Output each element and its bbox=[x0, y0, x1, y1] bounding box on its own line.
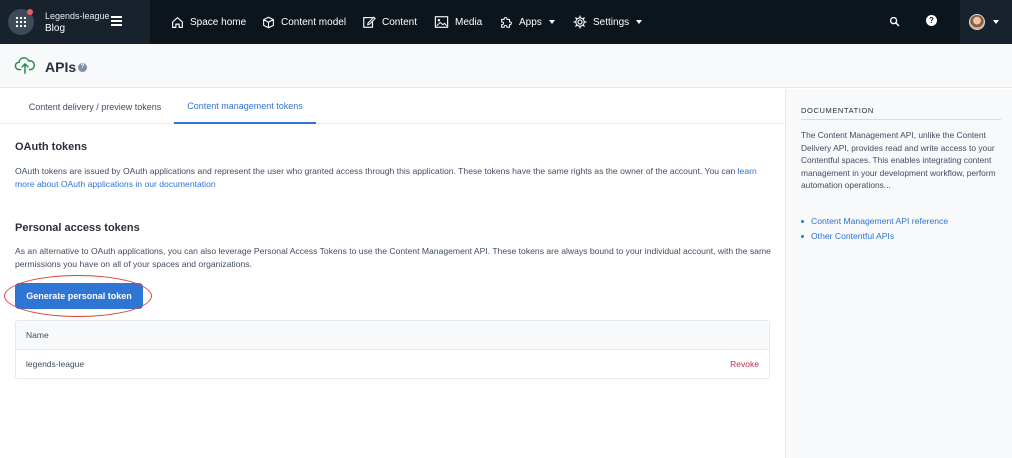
nav-apps[interactable]: Apps bbox=[499, 0, 555, 44]
space-switcher[interactable]: Legends-league Blog bbox=[0, 0, 150, 44]
pat-section-title: Personal access tokens bbox=[15, 222, 140, 234]
documentation-sidebar: DOCUMENTATION The Content Management API… bbox=[785, 89, 1012, 458]
link-label[interactable]: Content Management API reference bbox=[811, 216, 948, 226]
cloud-upload-icon bbox=[14, 57, 36, 74]
chevron-down-icon bbox=[548, 20, 555, 24]
top-navigation: Legends-league Blog Space home Content m… bbox=[0, 0, 1012, 44]
home-icon bbox=[172, 16, 183, 28]
nav-label: Content model bbox=[281, 16, 347, 28]
tokens-table: Name legends-league Revoke bbox=[15, 320, 770, 379]
column-header-name: Name bbox=[26, 330, 49, 340]
gear-icon bbox=[573, 15, 587, 29]
main-content: Content delivery / preview tokens Conten… bbox=[0, 89, 785, 458]
table-row: legends-league Revoke bbox=[16, 350, 769, 378]
nav-space-home[interactable]: Space home bbox=[171, 0, 246, 44]
org-name: Legends-league bbox=[45, 11, 110, 21]
avatar[interactable] bbox=[969, 14, 985, 30]
token-tabs: Content delivery / preview tokens Conten… bbox=[0, 89, 785, 124]
help-icon[interactable]: ? bbox=[78, 63, 87, 72]
divider bbox=[801, 119, 1001, 120]
account-menu[interactable] bbox=[960, 0, 1012, 44]
oauth-section-title: OAuth tokens bbox=[15, 141, 88, 153]
table-header: Name bbox=[16, 321, 769, 350]
puzzle-icon bbox=[501, 16, 512, 28]
image-icon bbox=[434, 16, 449, 28]
notification-dot bbox=[27, 9, 33, 15]
help-icon[interactable]: ? bbox=[926, 15, 937, 26]
sidebar-description: The Content Management API, unlike the C… bbox=[801, 130, 996, 190]
page-title: APIs bbox=[45, 59, 77, 75]
bullet-icon bbox=[801, 219, 804, 223]
chevron-down-icon bbox=[993, 20, 999, 24]
cube-icon bbox=[263, 16, 274, 28]
chevron-down-icon bbox=[636, 20, 643, 24]
tab-content-management-tokens[interactable]: Content management tokens bbox=[174, 89, 316, 124]
generate-personal-token-button[interactable]: Generate personal token bbox=[15, 283, 143, 309]
bullet-icon bbox=[801, 234, 804, 238]
oauth-description: OAuth tokens are issued by OAuth applica… bbox=[15, 165, 771, 191]
nav-label: Media bbox=[455, 16, 483, 28]
sidebar-title: DOCUMENTATION bbox=[801, 106, 874, 115]
oauth-body-text: OAuth tokens are issued by OAuth applica… bbox=[15, 166, 738, 176]
space-name: Blog bbox=[45, 23, 66, 34]
sidebar-links: Content Management API reference Other C… bbox=[801, 216, 948, 246]
nav-media[interactable]: Media bbox=[434, 0, 482, 44]
nav-label: Space home bbox=[190, 16, 247, 28]
tab-content-delivery-tokens[interactable]: Content delivery / preview tokens bbox=[14, 89, 176, 124]
nav-settings[interactable]: Settings bbox=[573, 0, 643, 44]
edit-icon bbox=[363, 16, 376, 28]
sidebar-link-other-apis[interactable]: Other Contentful APIs bbox=[801, 231, 948, 241]
sidebar-link-cma-reference[interactable]: Content Management API reference bbox=[801, 216, 948, 226]
nav-label: Content bbox=[382, 16, 418, 28]
pat-description: As an alternative to OAuth applications,… bbox=[15, 246, 771, 269]
page-header: APIs ? bbox=[0, 44, 1012, 88]
link-label[interactable]: Other Contentful APIs bbox=[811, 231, 894, 241]
nav-content[interactable]: Content bbox=[362, 0, 417, 44]
nav-label: Apps bbox=[519, 16, 542, 28]
search-icon[interactable] bbox=[889, 16, 900, 27]
token-name: legends-league bbox=[26, 359, 85, 369]
revoke-link[interactable]: Revoke bbox=[730, 359, 759, 369]
nav-content-model[interactable]: Content model bbox=[262, 0, 346, 44]
menu-icon[interactable] bbox=[111, 16, 122, 26]
nav-label: Settings bbox=[593, 16, 630, 28]
